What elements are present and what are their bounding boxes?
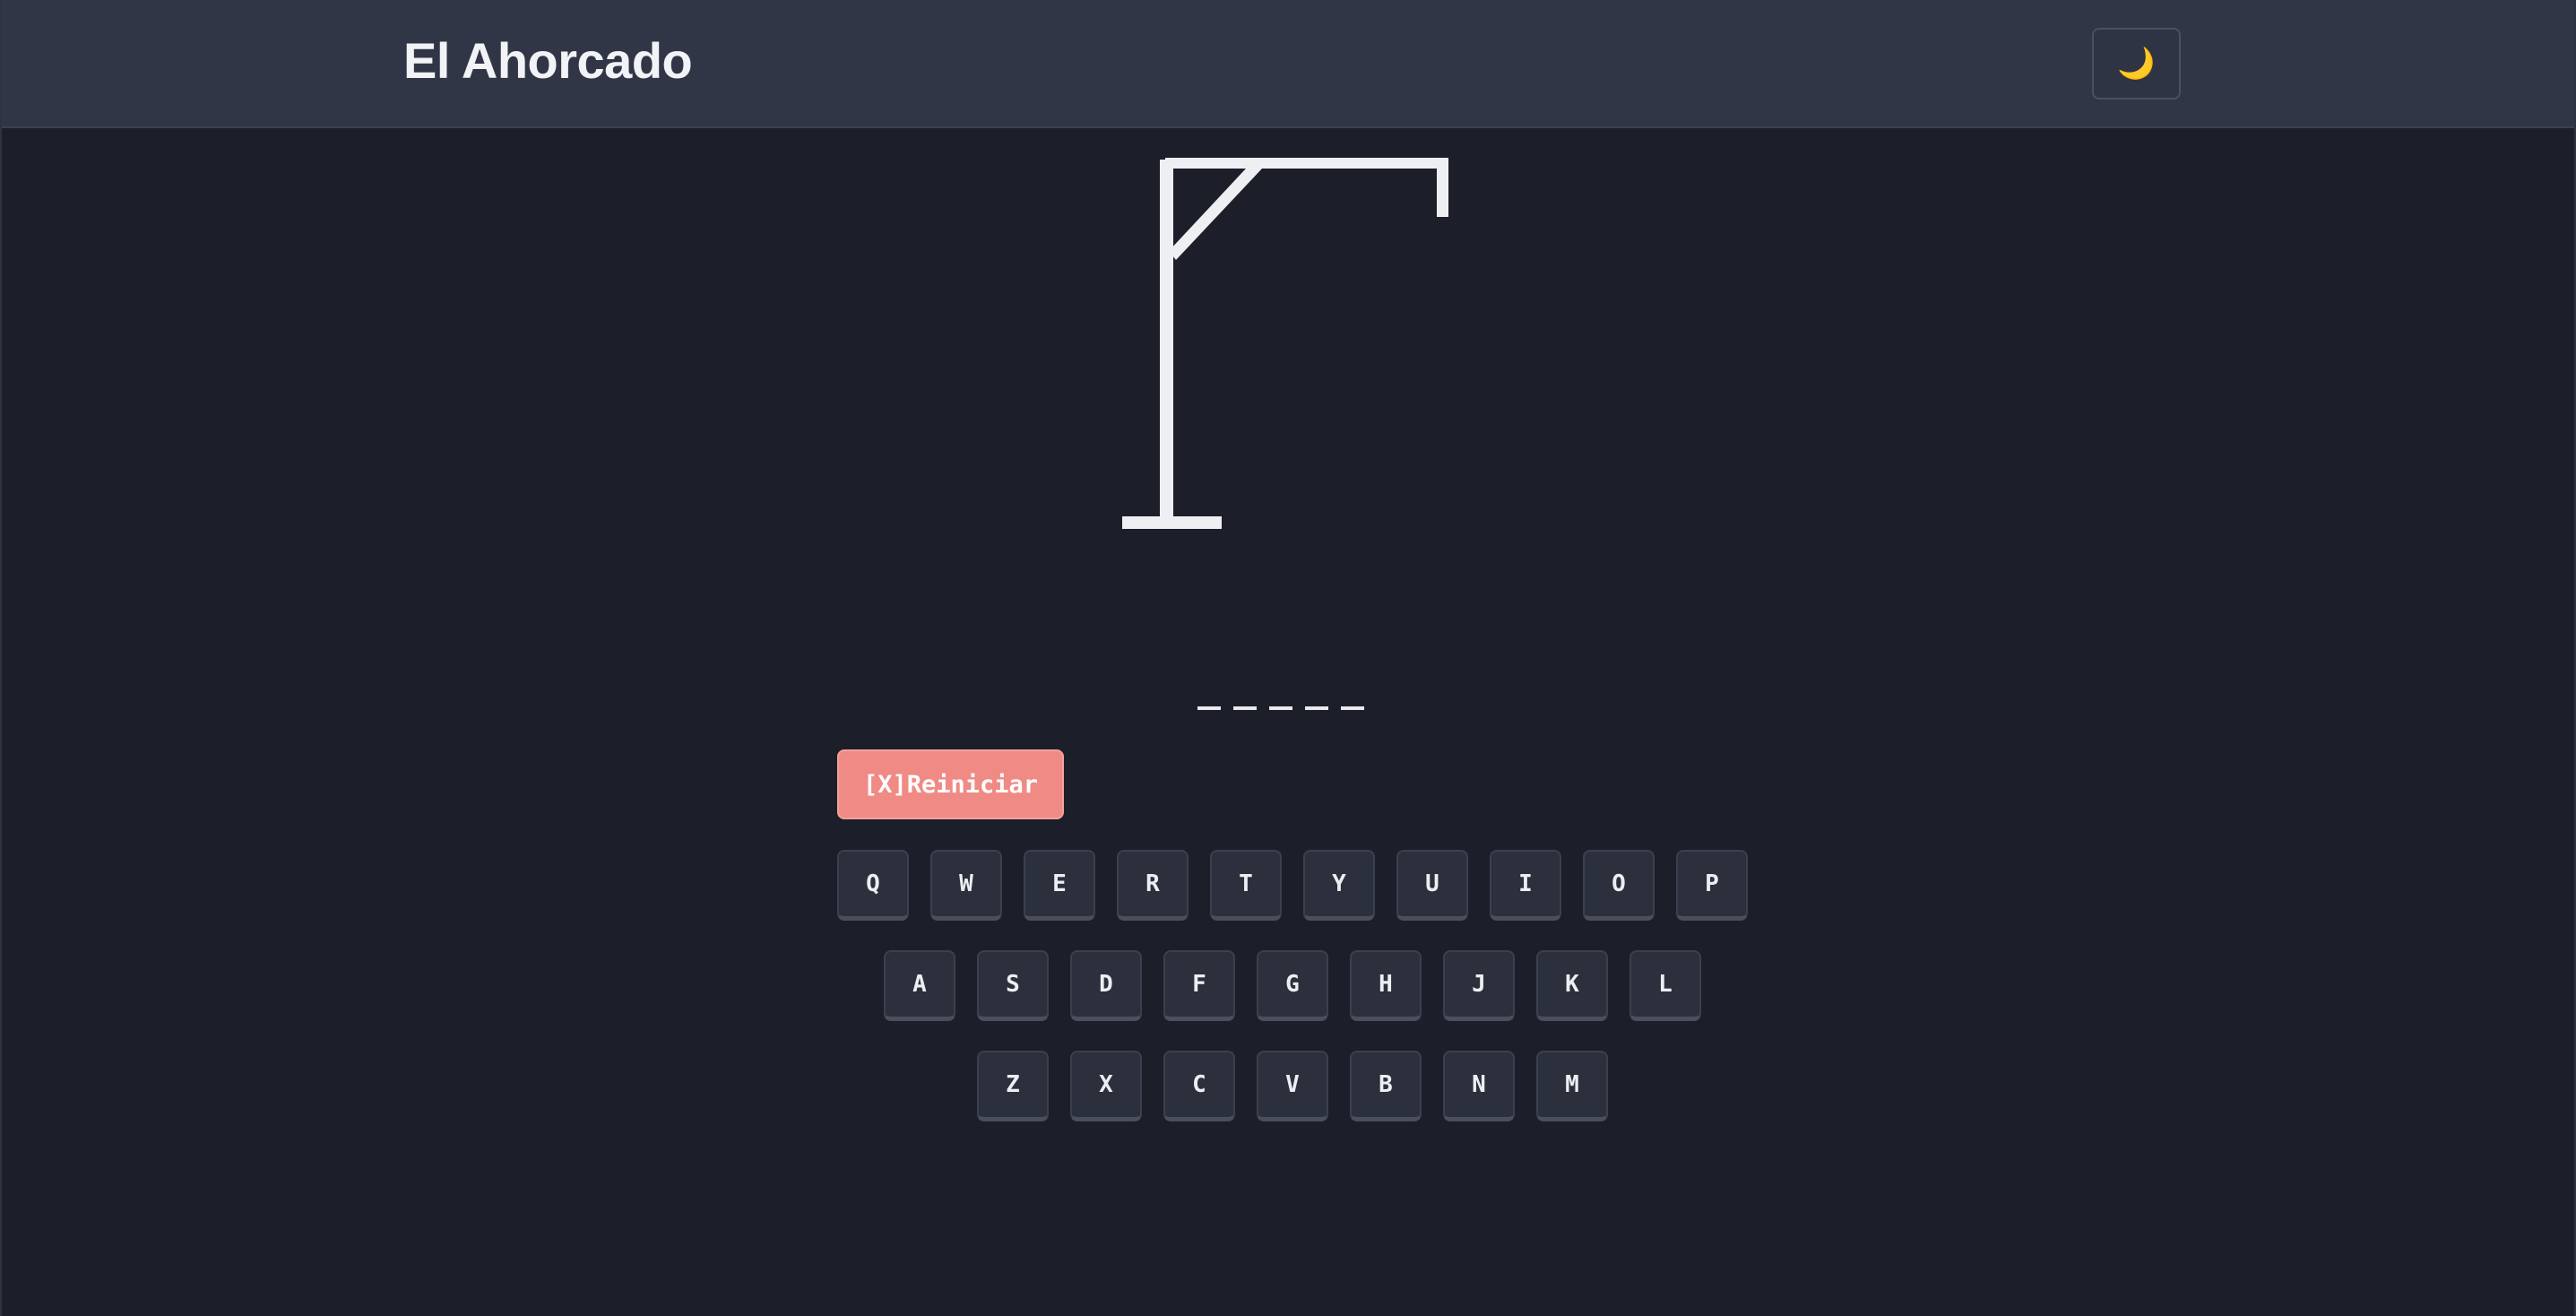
word-display: _ _ _ _ _ xyxy=(1197,690,1364,710)
app-title: El Ahorcado xyxy=(403,32,693,89)
page: El Ahorcado 🌙 _ _ _ _ _ [X]Reiniciar QWERTYU… xyxy=(0,0,2576,1316)
letter-slot: _ xyxy=(1269,706,1292,710)
key-h[interactable]: H xyxy=(1350,950,1422,1021)
keyboard-row-2: ASDFGHJKL xyxy=(884,950,1701,1021)
gallows-beam xyxy=(1165,158,1446,169)
key-b[interactable]: B xyxy=(1350,1051,1422,1121)
keyboard-row-3: ZXCVBNM xyxy=(977,1051,1608,1121)
key-c[interactable]: C xyxy=(1163,1051,1235,1121)
key-s[interactable]: S xyxy=(977,950,1049,1021)
gallows-rope xyxy=(1437,158,1448,217)
key-l[interactable]: L xyxy=(1629,950,1701,1021)
key-e[interactable]: E xyxy=(1024,850,1095,921)
letter-slot: _ xyxy=(1197,706,1221,710)
app-header: El Ahorcado 🌙 xyxy=(2,0,2574,128)
key-t[interactable]: T xyxy=(1210,850,1282,921)
keyboard-row-1: QWERTYUIOP xyxy=(837,850,1748,921)
key-k[interactable]: K xyxy=(1536,950,1608,1021)
key-o[interactable]: O xyxy=(1583,850,1655,921)
key-y[interactable]: Y xyxy=(1303,850,1375,921)
key-d[interactable]: D xyxy=(1070,950,1142,1021)
key-g[interactable]: G xyxy=(1257,950,1328,1021)
key-p[interactable]: P xyxy=(1676,850,1748,921)
key-r[interactable]: R xyxy=(1117,850,1189,921)
gallows-brace xyxy=(1169,169,1262,260)
key-m[interactable]: M xyxy=(1536,1051,1608,1121)
key-w[interactable]: W xyxy=(930,850,1002,921)
key-j[interactable]: J xyxy=(1443,950,1515,1021)
key-u[interactable]: U xyxy=(1396,850,1468,921)
gallows-drawing xyxy=(1122,158,1448,529)
letter-slot: _ xyxy=(1305,706,1328,710)
key-z[interactable]: Z xyxy=(977,1051,1049,1121)
reset-button[interactable]: [X]Reiniciar xyxy=(837,749,1064,819)
letter-slot: _ xyxy=(1341,706,1364,710)
key-q[interactable]: Q xyxy=(837,850,909,921)
key-a[interactable]: A xyxy=(884,950,955,1021)
key-x[interactable]: X xyxy=(1070,1051,1142,1121)
gallows-post xyxy=(1160,160,1173,522)
key-n[interactable]: N xyxy=(1443,1051,1515,1121)
moon-icon: 🌙 xyxy=(2117,47,2156,81)
letter-slot: _ xyxy=(1233,706,1257,710)
key-f[interactable]: F xyxy=(1163,950,1235,1021)
key-v[interactable]: V xyxy=(1257,1051,1328,1121)
key-i[interactable]: I xyxy=(1490,850,1561,921)
theme-toggle-button[interactable]: 🌙 xyxy=(2092,28,2181,100)
